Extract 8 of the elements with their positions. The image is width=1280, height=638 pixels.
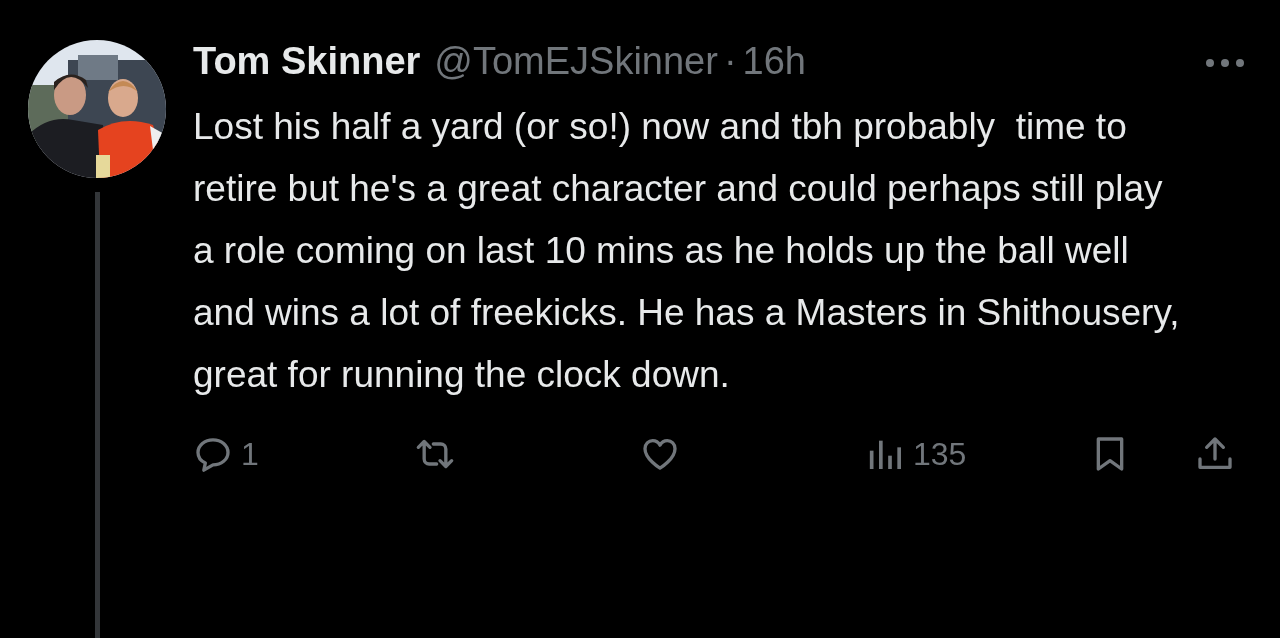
action-count: 135 — [913, 435, 967, 473]
author-name[interactable]: Tom Skinner — [193, 40, 421, 83]
separator: · — [723, 40, 737, 83]
tweet-text: Lost his half a yard (or so!) now and tbh probably time to retire but he's a great character and could perhaps still play a role coming on last 10 mins as he holds up the ball well and wins a lot of freekicks. He has a Masters in Shithousery, great for running the clock down. — [193, 105, 1181, 397]
author-handle[interactable]: @TomEJSkinner — [434, 40, 718, 83]
more-icon[interactable] — [1205, 58, 1245, 68]
action-count: 1 — [241, 435, 259, 473]
timestamp[interactable]: 16h — [742, 40, 806, 83]
